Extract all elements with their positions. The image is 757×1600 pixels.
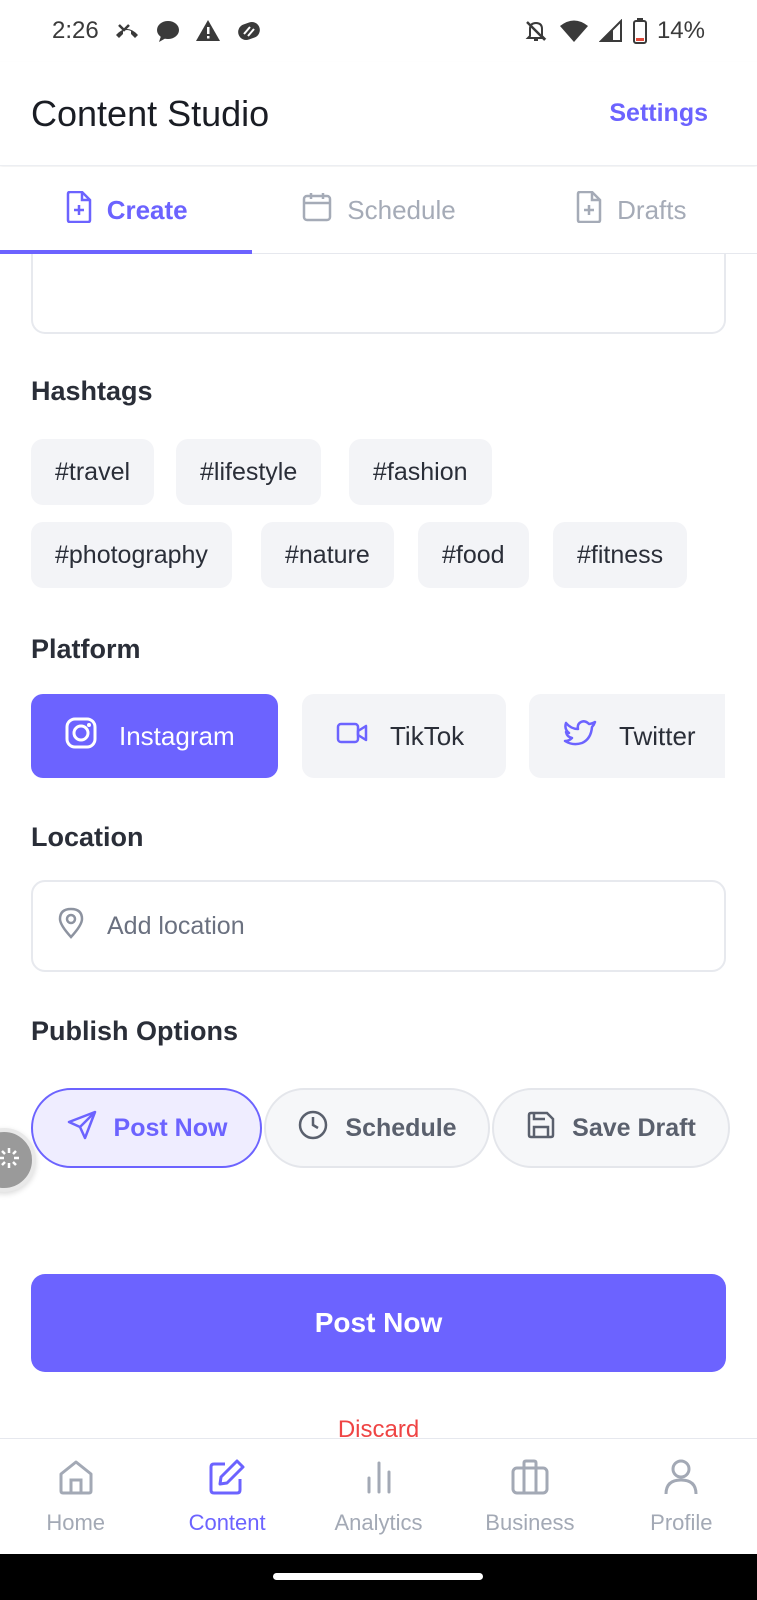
publish-post-now-label: Post Now (113, 1113, 228, 1142)
platform-twitter-button[interactable]: Twitter (529, 694, 725, 778)
bar-chart-icon (359, 1458, 399, 1502)
tab-drafts-label: Drafts (617, 194, 687, 225)
page-title: Content Studio (31, 92, 270, 134)
publish-schedule-option[interactable]: Schedule (264, 1088, 490, 1168)
tab-drafts[interactable]: Drafts (505, 167, 757, 253)
hashtag-chip[interactable]: #photography (31, 522, 232, 588)
twitter-icon (563, 719, 597, 754)
publish-post-now-option[interactable]: Post Now (31, 1088, 262, 1168)
publish-save-draft-option[interactable]: Save Draft (492, 1088, 730, 1168)
nav-content-label: Content (188, 1509, 266, 1535)
location-input[interactable]: Add location (31, 880, 726, 972)
hashtags-heading: Hashtags (31, 376, 153, 406)
clock-icon (297, 1109, 329, 1148)
tab-create-label: Create (106, 194, 188, 225)
nav-business[interactable]: Business (454, 1439, 605, 1554)
platform-tiktok-label: TikTok (390, 720, 465, 751)
settings-button[interactable]: Settings (609, 99, 708, 128)
hashtag-chip[interactable]: #fitness (553, 522, 688, 588)
file-plus-icon (65, 190, 93, 230)
bottom-nav: Home Content Analytics Business Profile (0, 1438, 757, 1554)
missed-call-icon (113, 19, 141, 43)
home-gesture-handle[interactable] (273, 1573, 483, 1580)
platform-twitter-label: Twitter (619, 720, 696, 751)
app-header: Content Studio Settings (0, 62, 757, 166)
briefcase-icon (510, 1458, 550, 1502)
save-icon (526, 1110, 556, 1147)
floating-assistant-handle[interactable] (0, 1128, 36, 1192)
caption-textarea[interactable] (31, 254, 726, 334)
edit-icon (207, 1458, 247, 1502)
battery-icon (632, 18, 647, 44)
nav-analytics[interactable]: Analytics (303, 1439, 454, 1554)
platform-tiktok-button[interactable]: TikTok (302, 694, 506, 778)
nav-home-label: Home (46, 1509, 106, 1535)
nav-content[interactable]: Content (151, 1439, 302, 1554)
hashtag-chip[interactable]: #food (418, 522, 529, 588)
publish-schedule-label: Schedule (345, 1113, 457, 1142)
calendar-icon (301, 191, 333, 230)
nav-business-label: Business (485, 1509, 575, 1535)
instagram-icon (65, 717, 97, 756)
create-form[interactable]: Hashtags #travel #lifestyle #fashion #ph… (0, 254, 757, 1438)
nav-profile-label: Profile (650, 1509, 713, 1535)
warning-icon (195, 19, 221, 43)
platform-instagram-button[interactable]: Instagram (31, 694, 278, 778)
send-icon (66, 1109, 98, 1148)
app-notification-icon (235, 19, 263, 43)
hashtag-chip[interactable]: #lifestyle (176, 439, 322, 505)
platform-heading: Platform (31, 634, 141, 664)
status-bar: 2:26 14% (0, 0, 757, 62)
home-icon (56, 1458, 96, 1502)
location-placeholder: Add location (107, 911, 245, 940)
location-heading: Location (31, 822, 144, 852)
nav-profile[interactable]: Profile (606, 1439, 757, 1554)
nav-analytics-label: Analytics (334, 1509, 423, 1535)
map-pin-icon (57, 907, 85, 946)
file-plus-icon (575, 190, 603, 230)
tab-create[interactable]: Create (0, 167, 253, 254)
sparkle-icon (0, 1147, 20, 1174)
publish-options-heading: Publish Options (31, 1016, 238, 1046)
tab-schedule[interactable]: Schedule (252, 167, 504, 253)
tab-schedule-label: Schedule (347, 194, 456, 225)
post-now-button[interactable]: Post Now (31, 1274, 726, 1372)
content-tabs: Create Schedule Drafts (0, 167, 757, 254)
user-icon (661, 1458, 701, 1502)
publish-save-draft-label: Save Draft (572, 1113, 696, 1142)
platform-instagram-label: Instagram (119, 720, 235, 751)
hashtag-chip[interactable]: #fashion (349, 439, 492, 505)
signal-icon (598, 19, 623, 43)
hashtag-chip[interactable]: #travel (31, 439, 155, 505)
hashtag-chip[interactable]: #nature (261, 522, 394, 588)
mute-icon (523, 18, 549, 44)
battery-percent: 14% (656, 17, 705, 44)
discard-button[interactable]: Discard (0, 1416, 757, 1438)
wifi-icon (559, 19, 589, 43)
video-icon (336, 721, 368, 752)
nav-home[interactable]: Home (0, 1439, 151, 1554)
status-time: 2:26 (52, 17, 99, 44)
chat-bubble-icon (155, 19, 181, 43)
